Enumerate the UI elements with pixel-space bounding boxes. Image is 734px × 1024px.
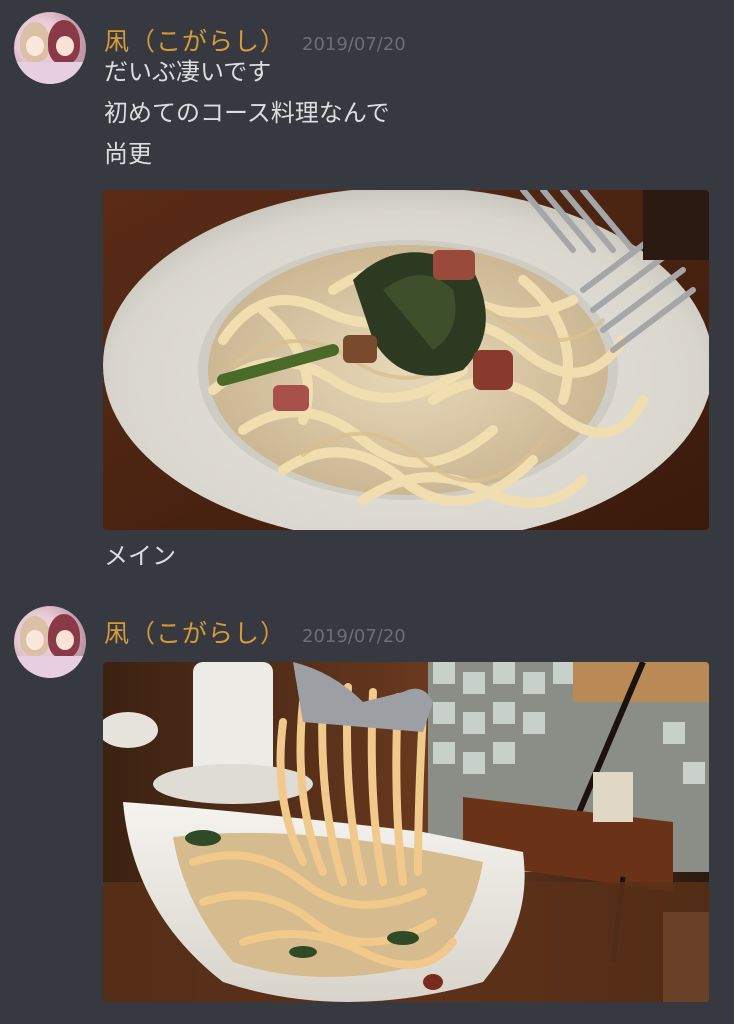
timestamp: 2019/07/20 xyxy=(302,626,406,647)
message-header: 凩（こがらし） 2019/07/20 xyxy=(104,22,406,56)
attachment-image-fork-pasta[interactable] xyxy=(103,662,709,1002)
user-avatar[interactable] xyxy=(14,606,86,678)
message-text-line: 初めてのコース料理なんで xyxy=(104,99,390,127)
message-group-1: 凩（こがらし） 2019/07/20 だいぶ凄いです 初めてのコース料理なんで … xyxy=(0,0,734,590)
message-text-line: 尚更 xyxy=(104,140,152,168)
user-avatar[interactable] xyxy=(14,12,86,84)
username[interactable]: 凩（こがらし） xyxy=(104,614,286,650)
message-header: 凩（こがらし） 2019/07/20 xyxy=(104,614,406,648)
message-caption: メイン xyxy=(104,542,176,570)
message-group-2: 凩（こがらし） 2019/07/20 xyxy=(0,590,734,1024)
timestamp: 2019/07/20 xyxy=(302,34,406,55)
message-text-line: だいぶ凄いです xyxy=(104,58,272,86)
attachment-image-pasta-plate[interactable] xyxy=(103,190,709,530)
